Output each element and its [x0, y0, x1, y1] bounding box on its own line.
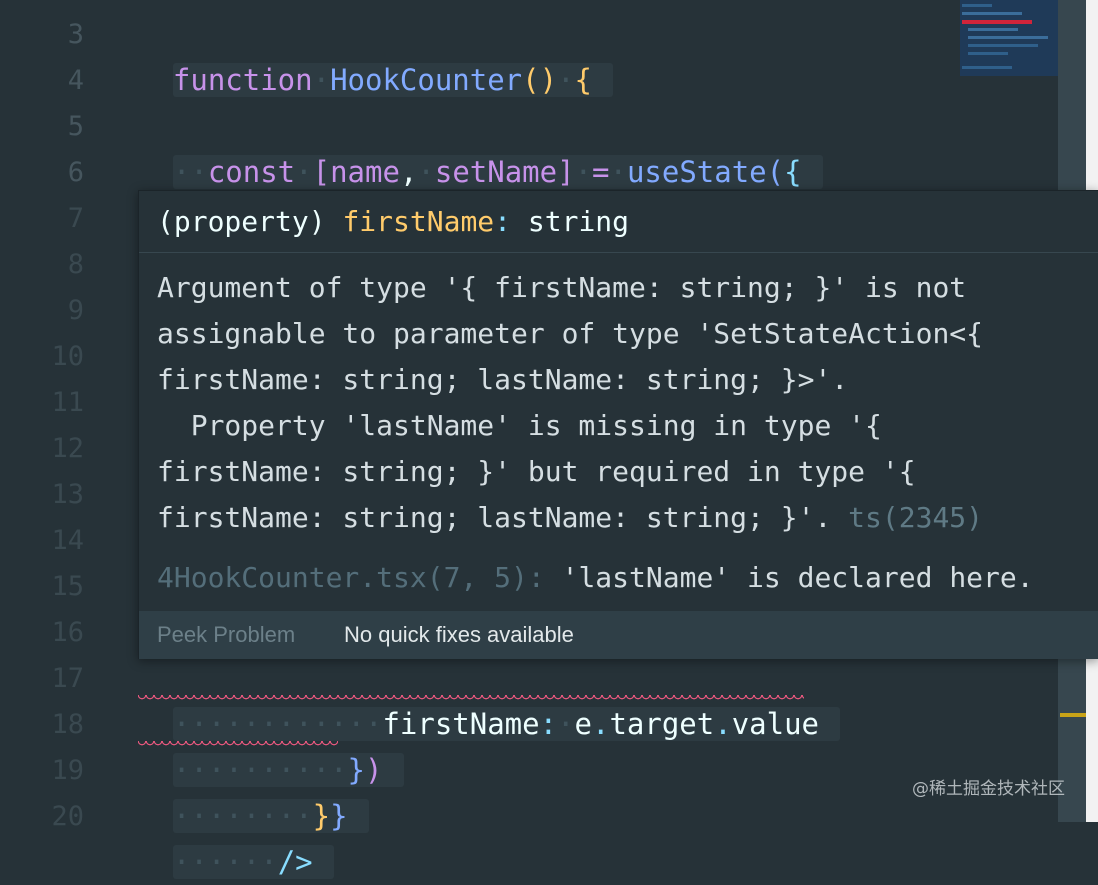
line-number: 18 [51, 709, 84, 740]
line-number: 9 [67, 295, 84, 326]
identifier: value [731, 707, 819, 741]
line-number: 8 [67, 249, 84, 280]
related-text: 'lastName' is declared here. [544, 561, 1034, 594]
no-quick-fixes-label: No quick fixes available [344, 622, 574, 647]
line-number: 11 [51, 387, 84, 418]
error-message-line: Property 'lastName' is missing in type '… [157, 409, 882, 442]
code-line-3[interactable]: function·HookCounter()·{ [138, 11, 614, 97]
hover-divider [139, 252, 1098, 253]
code-line-20[interactable]: ······/> [138, 793, 335, 879]
keyword: function [172, 63, 313, 97]
signature-colon: : [494, 205, 512, 238]
dot: . [714, 707, 732, 741]
identifier: target [609, 707, 715, 741]
error-message-line: assignable to parameter of type 'SetStat… [157, 317, 984, 350]
code-line-6[interactable]: ····firstName:·'', [138, 149, 509, 235]
related-information[interactable]: 4HookCounter.tsx(7, 5): 'lastName' is de… [157, 557, 1034, 599]
line-number: 4 [67, 65, 84, 96]
property: firstName [382, 707, 540, 741]
error-message-line: Argument of type '{ firstName: string; }… [157, 271, 967, 304]
identifier: e [574, 707, 592, 741]
hover-status-bar: Peek Problem No quick fixes available [139, 611, 1098, 659]
brace: { [574, 63, 592, 97]
line-number: 19 [51, 755, 84, 786]
line-number-gutter: 3 4 5 6 7 8 9 10 11 12 13 14 15 16 17 18… [0, 0, 138, 832]
colon: : [539, 707, 558, 741]
minimap[interactable] [960, 0, 1058, 76]
line-number: 16 [51, 617, 84, 648]
code-line-19[interactable]: ········}} [138, 747, 370, 833]
paren: () [522, 63, 558, 97]
bracket: ] [557, 155, 575, 189]
line-number: 6 [67, 157, 84, 188]
line-number: 13 [51, 479, 84, 510]
overview-ruler-warning-marker [1060, 713, 1086, 717]
related-location-link[interactable]: 4HookCounter.tsx(7, 5): [157, 561, 545, 594]
signature-type: string [511, 205, 630, 238]
watermark: @稀土掘金技术社区 [912, 779, 1065, 799]
error-code: ts(2345) [848, 501, 984, 534]
hover-signature: (property) firstName: string [157, 201, 629, 243]
error-message: Argument of type '{ firstName: string; }… [157, 265, 983, 541]
brace: { [784, 155, 802, 189]
signature-property: firstName [342, 205, 495, 238]
line-number: 15 [51, 571, 84, 602]
line-number: 7 [67, 203, 84, 234]
error-message-line: firstName: string; }' but required in ty… [157, 455, 916, 488]
operator: = [592, 155, 610, 189]
line-number: 3 [67, 19, 84, 50]
error-message-line: firstName: string; lastName: string; }>'… [157, 363, 849, 396]
paren: ( [766, 155, 785, 189]
line-number: 5 [67, 111, 84, 142]
line-number: 14 [51, 525, 84, 556]
peek-problem-action[interactable]: Peek Problem [157, 611, 295, 659]
line-number: 17 [51, 663, 84, 694]
error-message-line: firstName: string; lastName: string; }'.… [157, 501, 984, 534]
function-name: useState [626, 155, 767, 189]
error-hover-widget[interactable]: (property) firstName: string Argument of… [138, 190, 1098, 659]
line-number: 20 [51, 801, 84, 832]
line-number: 12 [51, 433, 84, 464]
dot: . [591, 707, 610, 741]
function-name: HookCounter [330, 63, 523, 97]
code-line-5[interactable]: ··const·[name,·setName]·=·useState({ [138, 103, 824, 189]
line-number: 10 [51, 341, 84, 372]
jsx-tag: /> [277, 845, 313, 879]
signature-prefix: (property) [157, 205, 343, 238]
